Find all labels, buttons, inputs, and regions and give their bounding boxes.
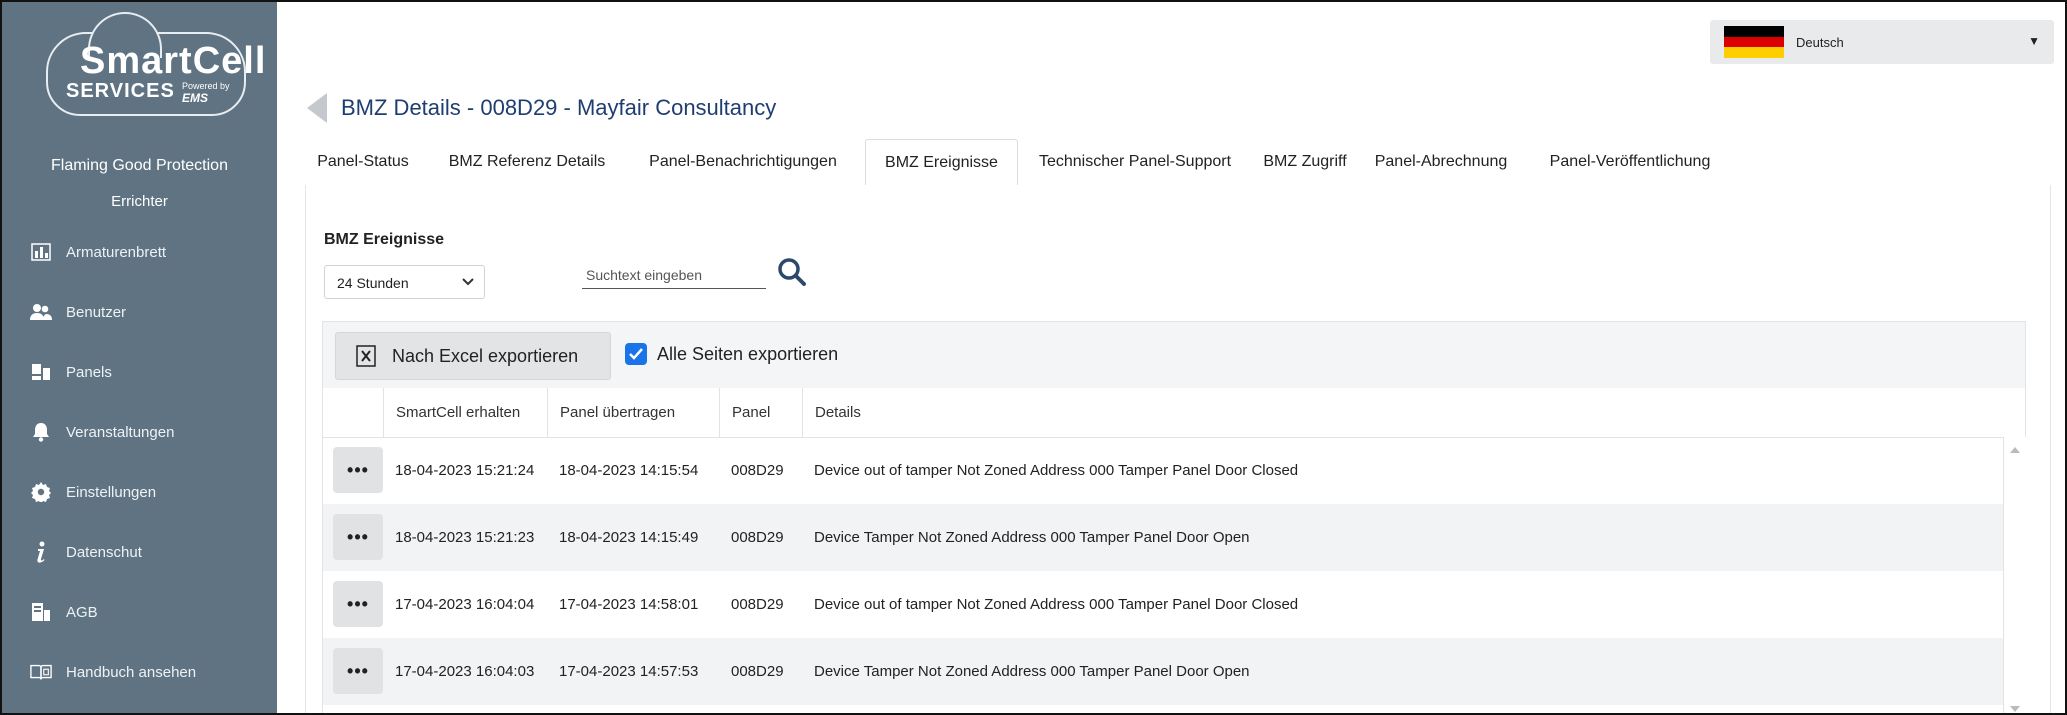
logo-powered-brand: EMS — [182, 91, 209, 105]
tab-panel-benachrichtigungen[interactable]: Panel-Benachrichtigungen — [635, 139, 851, 185]
table-row[interactable]: ••• 18-04-2023 15:21:23 18-04-2023 14:15… — [323, 504, 2003, 571]
table-row[interactable]: ••• 18-04-2023 15:21:24 18-04-2023 14:15… — [323, 437, 2003, 504]
bell-icon — [30, 421, 52, 443]
table-header: SmartCell erhalten Panel übertragen Pane… — [323, 388, 2025, 438]
scroll-down-arrow-icon[interactable] — [2010, 706, 2020, 712]
tab-panel-veroeffentlichung[interactable]: Panel-Veröffentlichung — [1535, 139, 1725, 185]
sidebar-item-label: Veranstaltungen — [66, 423, 175, 441]
info-icon — [30, 541, 52, 563]
cell-panel: 008D29 — [731, 529, 784, 546]
back-arrow-icon[interactable] — [307, 93, 327, 123]
scroll-up-arrow-icon[interactable] — [2010, 447, 2020, 453]
dashboard-chart-icon — [30, 241, 52, 263]
sidebar-item-datenschut[interactable]: Datenschut — [2, 530, 277, 574]
cell-details: Device out of tamper Not Zoned Address 0… — [814, 596, 1299, 613]
row-actions-button[interactable]: ••• — [333, 447, 383, 493]
language-label: Deutsch — [1796, 35, 1844, 50]
sidebar: SmartCell SERVICES Powered by EMS Flamin… — [2, 2, 277, 713]
flag-stripe-red — [1724, 36, 1784, 48]
period-select[interactable]: 24 Stunden — [324, 265, 485, 299]
logo-subname: SERVICES — [66, 80, 175, 102]
checkmark-icon — [625, 343, 647, 365]
cell-details: Device Tamper Not Zoned Address 000 Tamp… — [814, 663, 1250, 680]
cell-smartcell-received: 17-04-2023 16:04:03 — [395, 663, 535, 680]
cell-smartcell-received: 17-04-2023 16:04:04 — [395, 596, 535, 613]
row-actions-button[interactable]: ••• — [333, 581, 383, 627]
export-excel-label: Nach Excel exportieren — [392, 345, 579, 366]
tab-panel-abrechnung[interactable]: Panel-Abrechnung — [1365, 139, 1517, 185]
column-header-smartcell-received[interactable]: SmartCell erhalten — [383, 388, 547, 437]
german-flag-icon — [1724, 26, 1784, 58]
sidebar-item-label: AGB — [66, 603, 98, 621]
sidebar-item-label: Datenschut — [66, 543, 142, 561]
vertical-scrollbar[interactable] — [2003, 437, 2026, 713]
tab-bmz-zugriff[interactable]: BMZ Zugriff — [1256, 139, 1354, 185]
language-selector[interactable]: Deutsch ▼ — [1710, 20, 2054, 64]
sidebar-item-label: Panels — [66, 363, 112, 381]
sidebar-item-benutzer[interactable]: Benutzer — [2, 290, 277, 334]
table-toolbar: Nach Excel exportieren Alle Seiten expor… — [323, 322, 2025, 389]
export-all-pages-label: Alle Seiten exportieren — [657, 343, 839, 364]
tab-technischer-panel-support[interactable]: Technischer Panel-Support — [1028, 139, 1242, 185]
events-table: Nach Excel exportieren Alle Seiten expor… — [322, 321, 2026, 713]
sidebar-item-handbuch-ansehen[interactable]: Handbuch ansehen — [2, 650, 277, 694]
manual-book-icon — [30, 661, 52, 683]
cell-smartcell-received: 18-04-2023 15:21:23 — [395, 529, 535, 546]
flag-stripe-black — [1724, 26, 1784, 37]
sidebar-item-panels[interactable]: Panels — [2, 350, 277, 394]
cell-smartcell-received: 18-04-2023 15:21:24 — [395, 462, 535, 479]
chevron-down-icon — [462, 275, 474, 289]
sidebar-item-label: Einstellungen — [66, 483, 157, 501]
flag-stripe-gold — [1724, 47, 1784, 58]
cell-details: Device Tamper Not Zoned Address 000 Tamp… — [814, 529, 1250, 546]
export-excel-button[interactable]: Nach Excel exportieren — [335, 332, 611, 380]
column-header-panel[interactable]: Panel — [719, 388, 802, 437]
cell-details: Device out of tamper Not Zoned Address 0… — [814, 462, 1299, 479]
search-input[interactable] — [582, 261, 766, 289]
column-header-panel-transmitted[interactable]: Panel übertragen — [547, 388, 719, 437]
sidebar-item-armaturenbrett[interactable]: Armaturenbrett — [2, 230, 277, 274]
cell-panel-transmitted: 18-04-2023 14:15:54 — [559, 462, 699, 479]
table-row[interactable]: ••• 17-04-2023 16:04:04 17-04-2023 14:58… — [323, 571, 2003, 638]
tab-bar: Panel-Status BMZ Referenz Details Panel-… — [305, 139, 2049, 187]
sidebar-item-label: Handbuch ansehen — [66, 663, 197, 681]
column-header-details[interactable]: Details — [802, 388, 2003, 437]
logo-name: SmartCell — [80, 40, 267, 82]
gear-icon — [30, 481, 52, 503]
table-row[interactable]: ••• 17-04-2023 16:04:03 17-04-2023 14:57… — [323, 638, 2003, 705]
smartcell-logo[interactable]: SmartCell SERVICES Powered by EMS — [44, 12, 265, 124]
excel-file-icon — [356, 345, 376, 367]
cell-panel-transmitted: 18-04-2023 14:15:49 — [559, 529, 699, 546]
sidebar-item-label: Armaturenbrett — [66, 243, 167, 261]
cell-panel-transmitted: 17-04-2023 14:58:01 — [559, 596, 699, 613]
sidebar-item-einstellungen[interactable]: Einstellungen — [2, 470, 277, 514]
cell-panel: 008D29 — [731, 663, 784, 680]
cell-panel: 008D29 — [731, 462, 784, 479]
search-icon[interactable] — [776, 256, 808, 288]
events-panel: BMZ Ereignisse 24 Stunden Nach Excel exp… — [305, 185, 2051, 713]
user-role: Errichter — [111, 193, 168, 210]
export-all-pages-checkbox[interactable]: Alle Seiten exportieren — [625, 343, 838, 365]
page-header: BMZ Details - 008D29 - Mayfair Consultan… — [307, 90, 776, 126]
cell-panel-transmitted: 17-04-2023 14:57:53 — [559, 663, 699, 680]
app-window: SmartCell SERVICES Powered by EMS Flamin… — [0, 0, 2067, 715]
terms-document-icon — [30, 601, 52, 623]
sidebar-item-agb[interactable]: AGB — [2, 590, 277, 634]
users-icon — [30, 301, 52, 323]
caret-down-icon: ▼ — [2028, 34, 2040, 48]
row-actions-button[interactable]: ••• — [333, 514, 383, 560]
logo-powered-by: Powered by — [182, 81, 230, 91]
tab-panel-status[interactable]: Panel-Status — [305, 139, 421, 185]
row-actions-button[interactable]: ••• — [333, 648, 383, 694]
tab-bmz-ereignisse[interactable]: BMZ Ereignisse — [865, 139, 1018, 187]
page-title: BMZ Details - 008D29 - Mayfair Consultan… — [341, 95, 777, 120]
period-select-value: 24 Stunden — [337, 275, 409, 291]
sidebar-item-veranstaltungen[interactable]: Veranstaltungen — [2, 410, 277, 454]
panels-icon — [30, 361, 52, 383]
section-title: BMZ Ereignisse — [324, 231, 445, 248]
tab-bmz-referenz-details[interactable]: BMZ Referenz Details — [433, 139, 621, 185]
sidebar-item-label: Benutzer — [66, 303, 127, 321]
company-name: Flaming Good Protection — [51, 157, 228, 174]
cell-panel: 008D29 — [731, 596, 784, 613]
